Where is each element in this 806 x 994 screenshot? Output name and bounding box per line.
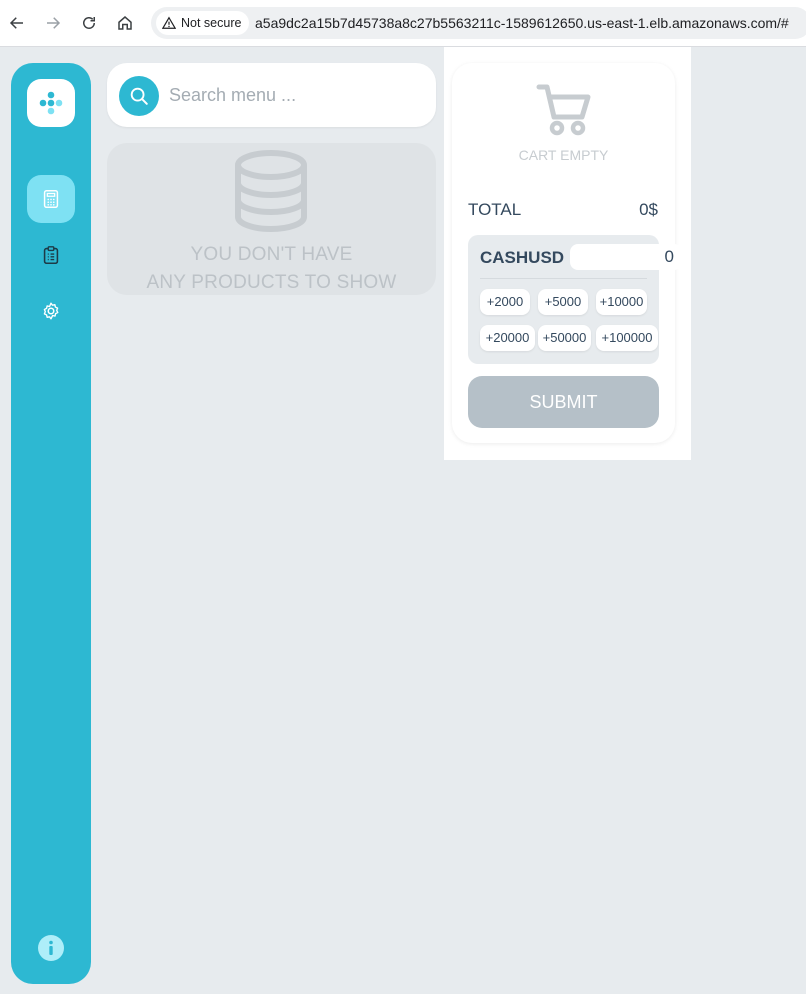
security-label: Not secure [181, 16, 242, 30]
info-icon[interactable] [37, 934, 65, 962]
quick-amount-button[interactable]: +100000 [596, 325, 658, 351]
search-input[interactable] [169, 81, 419, 109]
search-icon [130, 87, 148, 105]
quick-amount-button[interactable]: +10000 [596, 289, 647, 315]
warning-icon [162, 16, 176, 29]
cash-section: CASHUSD 0 +2000 +5000 +10000 +20000 +500… [468, 235, 682, 364]
total-row: TOTAL 0$ [468, 200, 658, 220]
calculator-icon [43, 190, 59, 208]
submit-button[interactable]: SUBMIT [468, 376, 659, 428]
back-icon[interactable] [6, 12, 28, 34]
quick-amount-button[interactable]: +5000 [538, 289, 588, 315]
clipboard-icon [43, 246, 59, 265]
gear-icon [43, 302, 59, 320]
divider [480, 278, 647, 279]
quick-amount-button[interactable]: +2000 [480, 289, 530, 315]
search-button[interactable] [119, 76, 159, 116]
empty-message-line-1: YOU DON'T HAVE [190, 244, 353, 265]
total-value: 0$ [639, 200, 658, 219]
quick-amount-button[interactable]: +50000 [538, 325, 591, 351]
cash-label: CASHUSD [480, 248, 565, 267]
search-bar [107, 63, 436, 127]
forward-icon[interactable] [42, 12, 64, 34]
reload-icon[interactable] [78, 12, 100, 34]
empty-message-line-2: ANY PRODUCTS TO SHOW [146, 272, 397, 293]
cash-amount-input[interactable]: 0 [570, 244, 682, 270]
cart-icon [536, 84, 591, 136]
home-icon[interactable] [114, 12, 136, 34]
products-empty-state: YOU DON'T HAVE ANY PRODUCTS TO SHOW [107, 143, 436, 295]
sidebar [11, 63, 91, 984]
total-label: TOTAL [468, 200, 522, 219]
sidebar-item-calculator[interactable] [27, 175, 75, 223]
logo-icon [39, 91, 63, 115]
sidebar-item-orders[interactable] [27, 231, 75, 279]
cart-empty-label: CART EMPTY [518, 147, 609, 163]
sidebar-item-settings[interactable] [27, 287, 75, 335]
empty-products-message: YOU DON'T HAVE ANY PRODUCTS TO SHOW [107, 241, 436, 297]
url-text[interactable]: a5a9dc2a15b7d45738a8c27b5563211c-1589612… [255, 15, 789, 31]
address-bar[interactable]: Not secure a5a9dc2a15b7d45738a8c27b55632… [151, 7, 806, 39]
database-icon [235, 150, 307, 233]
cart-card: CART EMPTY TOTAL 0$ CASHUSD 0 +2000 +500… [452, 63, 682, 443]
browser-toolbar: Not secure a5a9dc2a15b7d45738a8c27b55632… [0, 0, 806, 47]
app-logo[interactable] [27, 79, 75, 127]
not-secure-badge[interactable]: Not secure [156, 11, 250, 35]
quick-amount-button[interactable]: +20000 [480, 325, 535, 351]
